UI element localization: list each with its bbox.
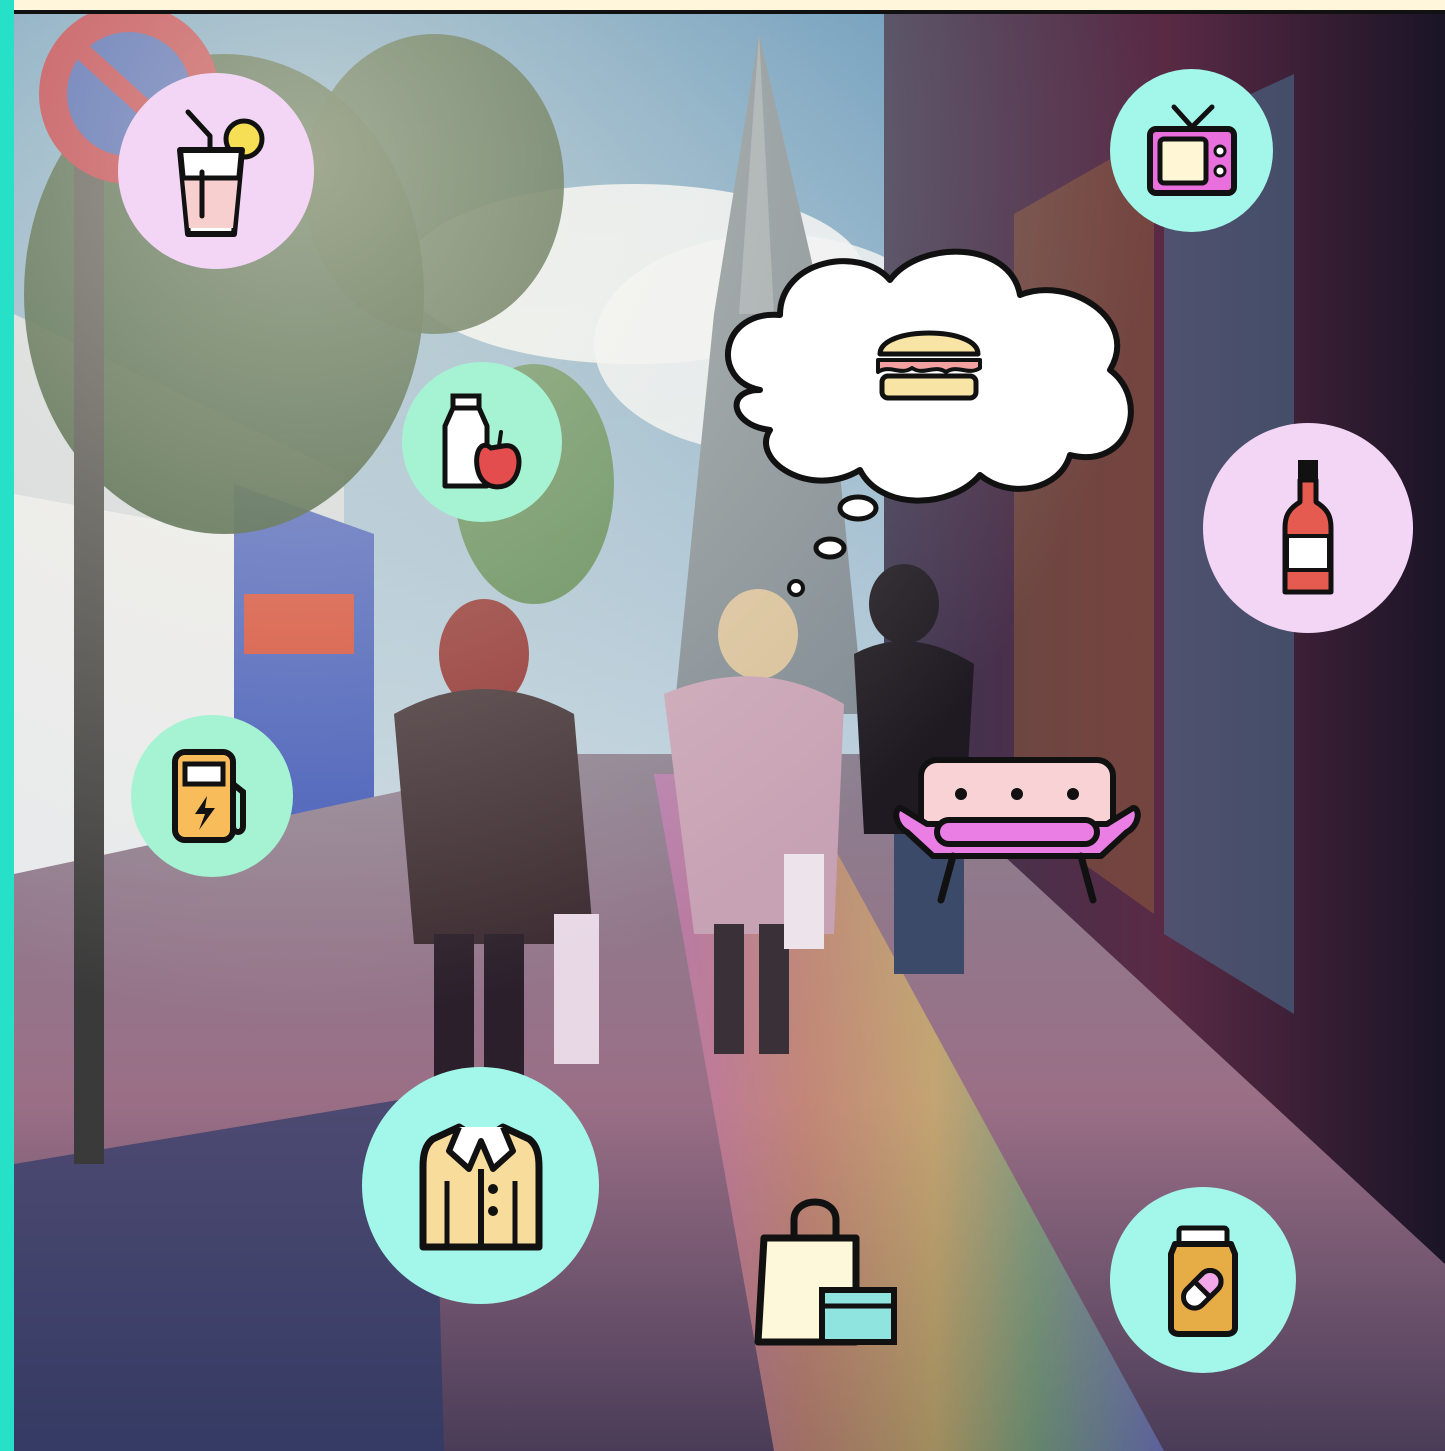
- ev-charging-station-icon: [172, 749, 246, 843]
- top-frame-bar: [0, 0, 1445, 14]
- tv-badge[interactable]: [1110, 69, 1273, 232]
- burger-icon: [876, 330, 982, 401]
- wine-badge[interactable]: [1203, 423, 1413, 633]
- sofa-icon: [893, 757, 1141, 904]
- milk-apple-grocery-icon: [442, 393, 522, 490]
- lemonade-badge[interactable]: [118, 73, 314, 269]
- shirt-icon: [419, 1123, 542, 1250]
- ev-charger-badge[interactable]: [131, 715, 293, 877]
- thought-cloud: [725, 248, 1134, 597]
- street-scene: [0, 0, 1445, 1451]
- pharmacy-badge[interactable]: [1110, 1187, 1296, 1373]
- wine-bottle-icon: [1282, 460, 1334, 595]
- lemonade-drink-icon: [177, 109, 265, 237]
- medicine-bottle-icon: [1168, 1225, 1238, 1337]
- left-frame-bar: [0, 0, 14, 1451]
- retro-tv-icon: [1146, 104, 1237, 196]
- shopping-bag-icon: [754, 1198, 897, 1346]
- clothing-badge[interactable]: [362, 1067, 599, 1304]
- grocery-badge[interactable]: [402, 362, 562, 522]
